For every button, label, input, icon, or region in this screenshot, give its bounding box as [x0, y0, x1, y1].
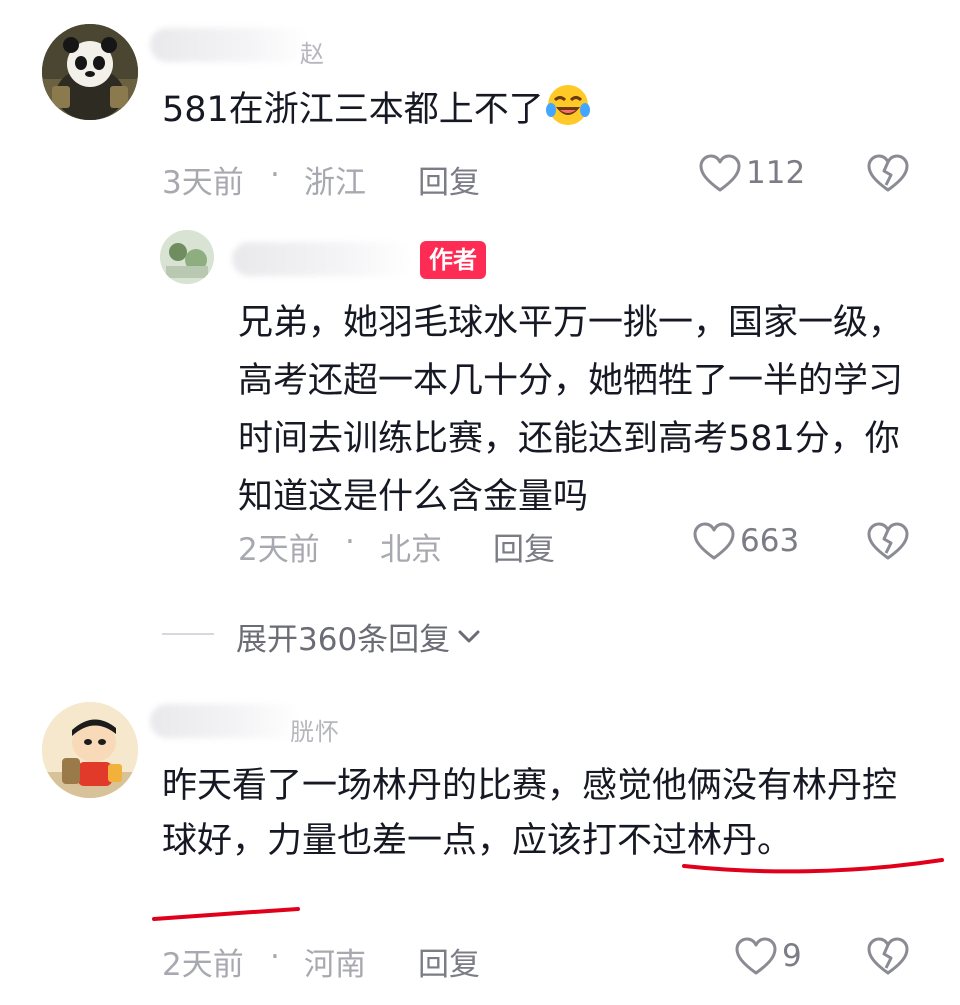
- like-count: 663: [740, 523, 800, 559]
- expand-divider: [162, 633, 214, 635]
- expand-replies-button[interactable]: 展开360条回复: [236, 614, 484, 659]
- comment-time: 2天前: [162, 947, 244, 983]
- comment-text: 兄弟，她羽毛球水平万一挑一，国家一级，高考还超一本几十分，她牺牲了一半的学习时间…: [238, 303, 904, 517]
- panda-avatar-image: [42, 24, 138, 120]
- expand-replies-label: 展开360条回复: [236, 622, 451, 658]
- comment-location: 浙江: [304, 165, 366, 201]
- reply-button[interactable]: 回复: [418, 939, 480, 984]
- like-count: 9: [782, 938, 802, 974]
- username-visible-part[interactable]: 胱怀: [290, 712, 340, 747]
- broken-heart-icon: [867, 154, 909, 192]
- author-avatar-image: [160, 230, 214, 284]
- avatar[interactable]: [160, 230, 214, 284]
- laughing-tears-emoji: [545, 85, 590, 125]
- broken-heart-icon: [867, 937, 909, 975]
- username-blurred[interactable]: [232, 242, 412, 276]
- comment-time: 2天前: [238, 532, 320, 568]
- dislike-button[interactable]: [866, 153, 910, 197]
- chevron-down-icon: [458, 630, 480, 642]
- cartoon-avatar-image: [42, 702, 138, 798]
- dislike-button[interactable]: [866, 936, 910, 980]
- broken-heart-icon: [867, 522, 909, 560]
- separator-dot: ·: [270, 939, 280, 975]
- comment-location: 河南: [304, 947, 366, 983]
- username-visible-part[interactable]: 赵: [300, 34, 325, 69]
- reply-button[interactable]: 回复: [418, 157, 480, 202]
- avatar[interactable]: [42, 24, 138, 120]
- username-blurred[interactable]: [150, 28, 310, 62]
- comment-location: 北京: [380, 532, 442, 568]
- separator-dot: ·: [270, 157, 280, 193]
- heart-outline-icon: [699, 154, 741, 192]
- like-button[interactable]: 112: [698, 153, 805, 193]
- like-button[interactable]: 663: [692, 521, 799, 561]
- heart-outline-icon: [693, 522, 735, 560]
- comment-text: 昨天看了一场林丹的比赛，感觉他俩没有林丹控球好，力量也差一点，应该打不过林丹。: [162, 766, 898, 861]
- comment-time: 3天前: [162, 165, 244, 201]
- username-blurred[interactable]: [150, 704, 300, 738]
- separator-dot: ·: [345, 524, 355, 560]
- heart-outline-icon: [735, 937, 777, 975]
- like-count: 112: [746, 155, 806, 191]
- avatar[interactable]: [42, 702, 138, 798]
- like-button[interactable]: 9: [734, 936, 802, 976]
- author-badge: 作者: [420, 241, 486, 279]
- dislike-button[interactable]: [866, 521, 910, 565]
- comment-text: 581在浙江三本都上不了: [162, 82, 922, 139]
- reply-button[interactable]: 回复: [493, 524, 555, 569]
